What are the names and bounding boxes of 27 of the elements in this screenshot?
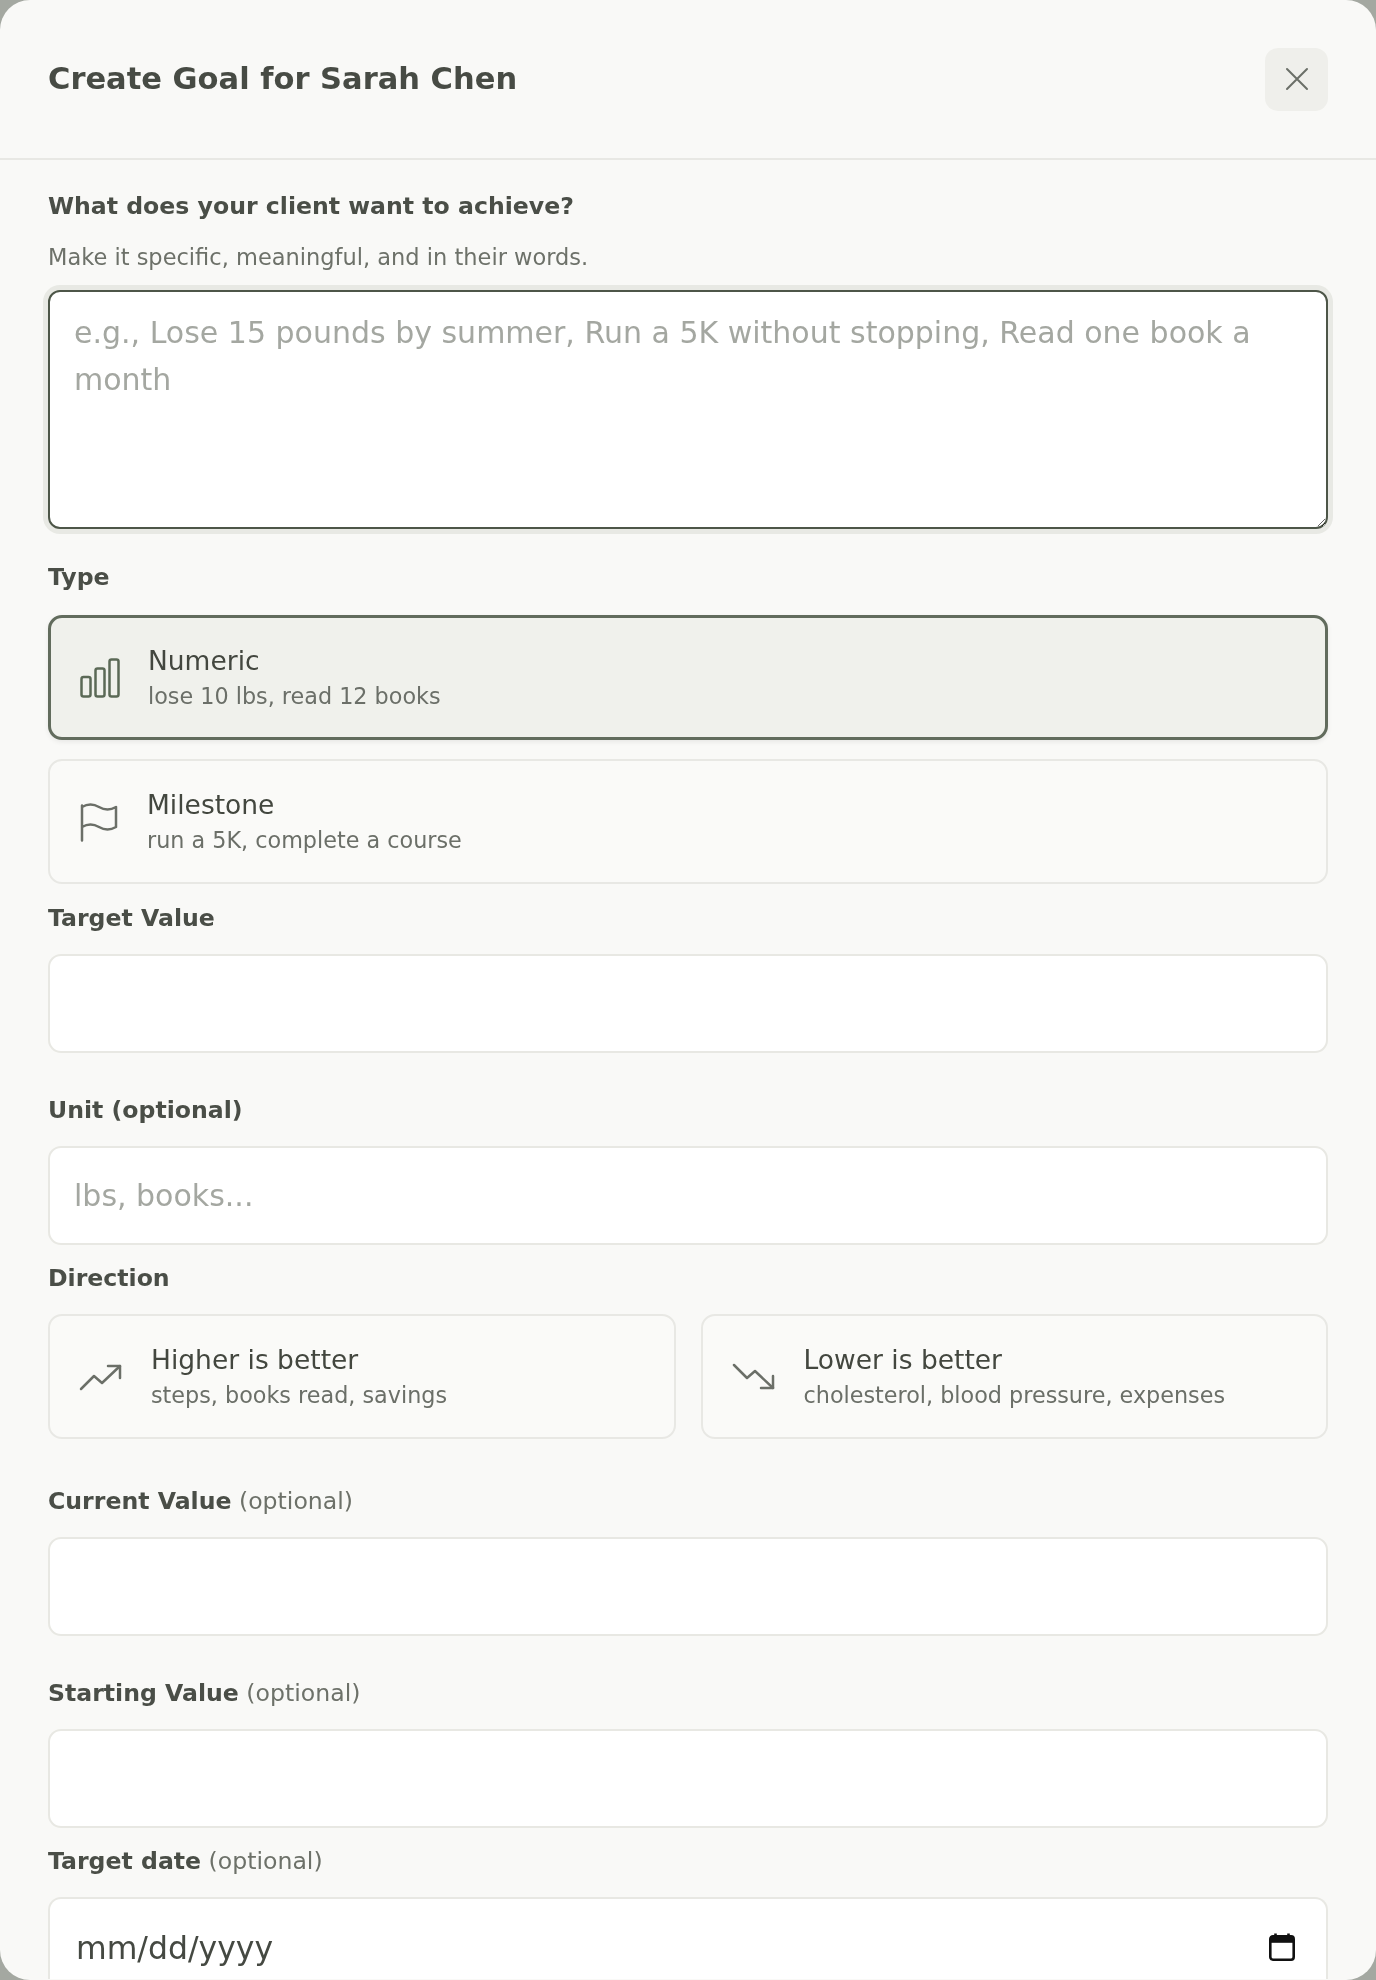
field-label: Current Value (optional): [48, 1486, 354, 1517]
field-label: Direction: [48, 1263, 171, 1294]
date-field[interactable]: mm/dd/yyyy: [48, 1897, 1328, 1979]
bar-chart-icon: [80, 657, 120, 698]
text-area[interactable]: e.g., Lose 15 pounds by summer, Run a 5K without stopping, Read one book a month: [48, 290, 1328, 529]
option-card[interactable]: Higher is better steps, books read, savings: [48, 1314, 676, 1439]
field-label: What does your client want to achieve?: [48, 191, 575, 222]
option-card[interactable]: Milestone run a 5K, complete a course: [48, 759, 1328, 884]
close-button[interactable]: [1265, 47, 1328, 111]
field-label: Starting Value (optional): [48, 1678, 362, 1709]
field-label: Target Value: [48, 903, 216, 934]
calendar-icon[interactable]: [1269, 1933, 1295, 1961]
option-card[interactable]: Lower is better cholesterol, blood pressure, expenses: [700, 1314, 1328, 1439]
field-label: Type: [48, 562, 111, 593]
dialog-title: Create Goal for Sarah Chen: [48, 60, 518, 98]
option-card[interactable]: Numeric lose 10 lbs, read 12 books: [48, 615, 1328, 740]
input-field[interactable]: lbs, books...: [48, 1146, 1328, 1245]
close-icon: [1284, 67, 1309, 91]
flag-icon: [79, 801, 119, 842]
input-field[interactable]: [48, 954, 1328, 1053]
field-hint: Make it specific, meaningful, and in their words.: [48, 243, 590, 271]
trend-up-icon: [79, 1362, 123, 1391]
field-label: Unit (optional): [48, 1095, 244, 1126]
input-field[interactable]: [48, 1537, 1328, 1636]
field-label: Target date (optional): [48, 1846, 324, 1877]
input-field[interactable]: [48, 1729, 1328, 1828]
trend-down-icon: [731, 1362, 776, 1391]
